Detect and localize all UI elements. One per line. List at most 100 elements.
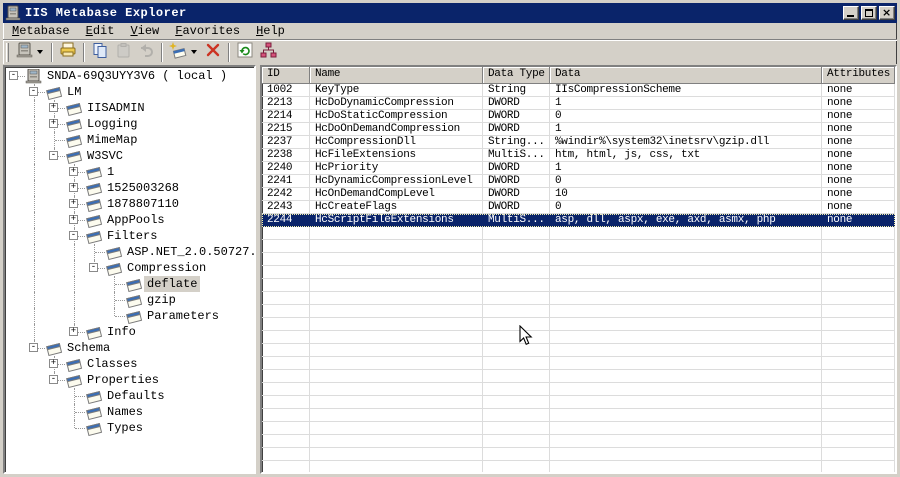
table-row-empty — [262, 344, 895, 357]
table-cell — [262, 292, 310, 305]
tree-item-deflate[interactable]: deflate — [5, 276, 254, 293]
table-row[interactable]: 2213 HcDoDynamicCompression DWORD 1 none — [262, 97, 895, 110]
tree-guide — [45, 212, 65, 228]
tree-item-apppools[interactable]: + AppPools — [5, 212, 254, 229]
expand-icon[interactable]: + — [69, 215, 78, 224]
table-row[interactable]: 2215 HcDoOnDemandCompression DWORD 1 none — [262, 123, 895, 136]
key-icon — [65, 148, 84, 165]
table-cell: 1 — [550, 123, 822, 136]
minimize-button[interactable] — [843, 6, 859, 20]
toolbar — [3, 40, 897, 65]
table-row[interactable]: 2238 HcFileExtensions MultiS... htm, html, … — [262, 149, 895, 162]
tree-item-schema[interactable]: - Schema — [5, 340, 254, 357]
tree-connector — [65, 404, 85, 420]
col-header-attributes[interactable]: Attributes — [822, 67, 895, 84]
table-cell — [310, 318, 483, 331]
menu-help[interactable]: Help — [248, 24, 293, 39]
tree-item-compression[interactable]: - Compression — [5, 260, 254, 277]
table-cell: 2241 — [262, 175, 310, 188]
save-button[interactable] — [57, 42, 79, 63]
table-row[interactable]: 2214 HcDoStaticCompression DWORD 0 none — [262, 110, 895, 123]
collapse-icon[interactable]: - — [69, 231, 78, 240]
expand-icon[interactable]: + — [49, 359, 58, 368]
tree-item-label: MimeMap — [87, 133, 138, 147]
tree-item-asp-net-2-0-50727-0[interactable]: ASP.NET_2.0.50727.0 — [5, 244, 254, 261]
tree-item-classes[interactable]: + Classes — [5, 356, 254, 373]
tree-item-logging[interactable]: + Logging — [5, 116, 254, 133]
collapse-icon[interactable]: - — [29, 343, 38, 352]
col-header-name[interactable]: Name — [310, 67, 483, 84]
table-cell — [262, 266, 310, 279]
tree-item-defaults[interactable]: Defaults — [5, 388, 254, 405]
tree-item-1[interactable]: +1 — [5, 164, 254, 181]
menu-metabase[interactable]: Metabase — [4, 24, 78, 39]
table-row[interactable]: 2242 HcOnDemandCompLevel DWORD 10 none — [262, 188, 895, 201]
collapse-icon[interactable]: - — [89, 263, 98, 272]
tree-item-names[interactable]: Names — [5, 404, 254, 421]
tree-item-1878807110[interactable]: +1878807110 — [5, 196, 254, 213]
tree-item-properties[interactable]: - Properties — [5, 372, 254, 389]
expand-icon[interactable]: + — [69, 199, 78, 208]
connect-button[interactable] — [13, 42, 35, 63]
menu-edit[interactable]: Edit — [78, 24, 123, 39]
table-cell: HcDoOnDemandCompression — [310, 123, 483, 136]
table-cell — [822, 344, 895, 357]
tree-item-parameters[interactable]: Parameters — [5, 308, 254, 325]
tree-item-1525003268[interactable]: +1525003268 — [5, 180, 254, 197]
table-cell — [483, 344, 550, 357]
collapse-icon[interactable]: - — [9, 71, 18, 80]
col-header-data-type[interactable]: Data Type — [483, 67, 550, 84]
tree-item-info[interactable]: + Info — [5, 324, 254, 341]
table-cell — [310, 396, 483, 409]
table-row[interactable]: 1002 KeyType String IIsCompressionScheme non… — [262, 84, 895, 97]
tree-item-gzip[interactable]: gzip — [5, 292, 254, 309]
tree-item-types[interactable]: Types — [5, 420, 254, 437]
table-row[interactable]: 2243 HcCreateFlags DWORD 0 none — [262, 201, 895, 214]
table-row[interactable]: 2244 HcScriptFileExtensions MultiS... asp, … — [262, 214, 895, 227]
refresh-button[interactable] — [234, 42, 256, 63]
table-cell: DWORD — [483, 188, 550, 201]
col-header-data[interactable]: Data — [550, 67, 822, 84]
table-cell — [822, 266, 895, 279]
hierarchy-button[interactable] — [257, 42, 279, 63]
expand-icon[interactable]: + — [69, 167, 78, 176]
tree-guide — [25, 228, 45, 244]
menu-favorites[interactable]: Favorites — [167, 24, 248, 39]
menu-view[interactable]: View — [122, 24, 167, 39]
maximize-button[interactable] — [861, 6, 877, 20]
tree-item-mimemap[interactable]: MimeMap — [5, 132, 254, 149]
table-row[interactable]: 2241 HcDynamicCompressionLevel DWORD 0 none — [262, 175, 895, 188]
close-button[interactable]: × — [879, 6, 895, 20]
col-header-id[interactable]: ID — [262, 67, 310, 84]
table-row[interactable]: 2240 HcPriority DWORD 1 none — [262, 162, 895, 175]
collapse-icon[interactable]: - — [49, 375, 58, 384]
title-bar[interactable]: IIS Metabase Explorer × — [3, 3, 897, 23]
tree-item-filters[interactable]: - Filters — [5, 228, 254, 245]
table-cell — [262, 240, 310, 253]
table-cell — [822, 396, 895, 409]
tree-item-iisadmin[interactable]: + IISADMIN — [5, 100, 254, 117]
table-cell — [822, 240, 895, 253]
copy-button[interactable] — [89, 42, 111, 63]
connect-dropdown-arrow[interactable] — [37, 50, 43, 54]
table-cell: DWORD — [483, 201, 550, 214]
tree-guide — [45, 228, 65, 244]
expand-icon[interactable]: + — [49, 103, 58, 112]
expand-icon[interactable]: + — [69, 327, 78, 336]
collapse-icon[interactable]: - — [49, 151, 58, 160]
expand-icon[interactable]: + — [69, 183, 78, 192]
new-key-dropdown-arrow[interactable] — [191, 50, 197, 54]
toolbar-grip[interactable] — [6, 42, 9, 62]
tree-item-lm[interactable]: - LM — [5, 84, 254, 101]
delete-button[interactable] — [202, 42, 224, 63]
tree-item-w3svc[interactable]: - W3SVC — [5, 148, 254, 165]
table-cell — [822, 292, 895, 305]
tree-item-label: Types — [107, 421, 144, 435]
tree-item-snda-69q3uyy3v6-local[interactable]: - SNDA-69Q3UYY3V6 ( local ) — [5, 68, 254, 84]
key-icon — [85, 164, 104, 181]
expand-icon[interactable]: + — [49, 119, 58, 128]
table-row[interactable]: 2237 HcCompressionDll String... %windir%\sy… — [262, 136, 895, 149]
collapse-icon[interactable]: - — [29, 87, 38, 96]
new-key-button[interactable] — [167, 41, 189, 63]
table-cell: HcDoStaticCompression — [310, 110, 483, 123]
